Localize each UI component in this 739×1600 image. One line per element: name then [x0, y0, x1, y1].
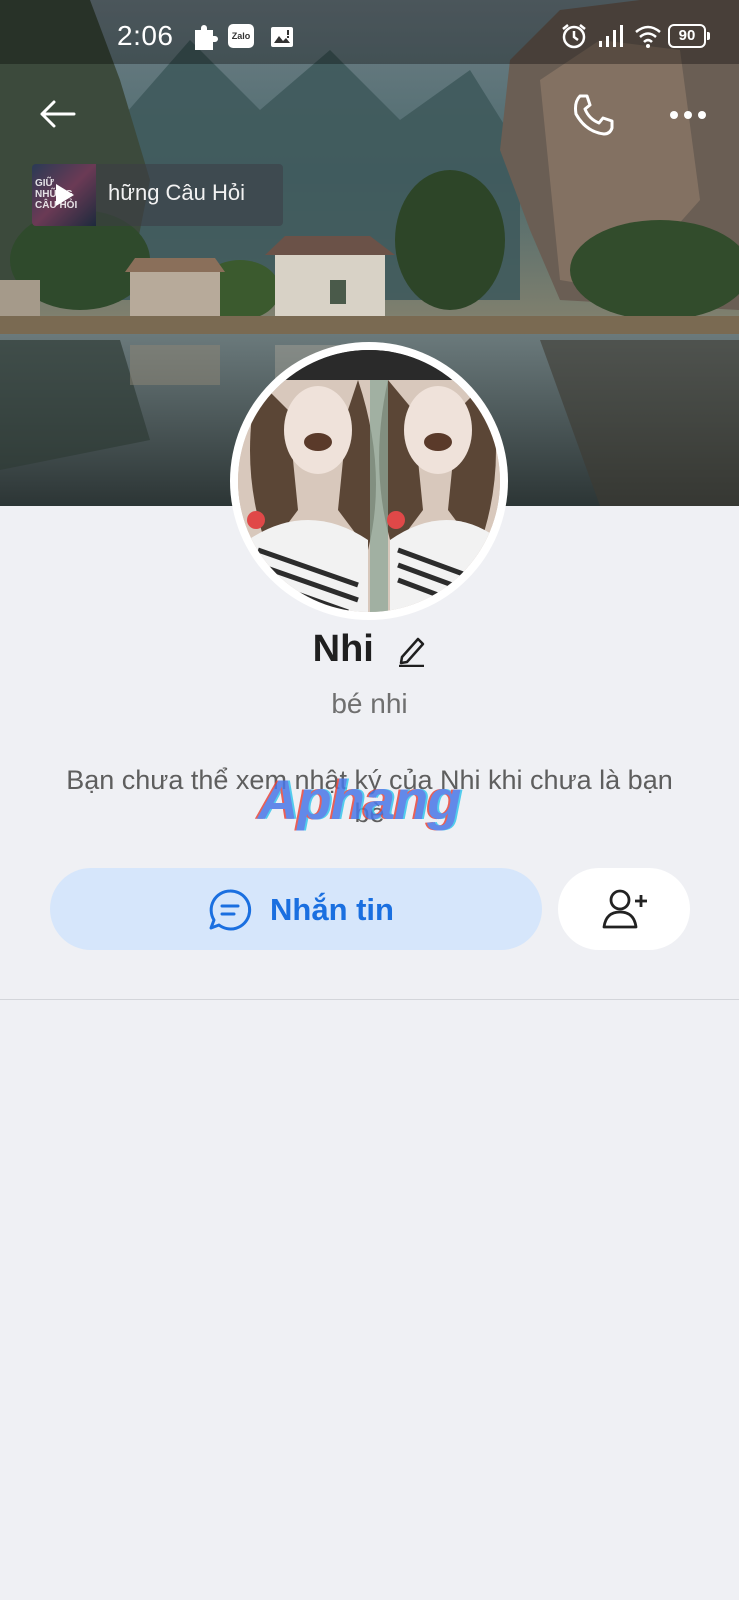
signal-icon — [599, 25, 623, 47]
alarm-icon — [562, 24, 586, 49]
pencil-icon[interactable] — [396, 633, 426, 667]
profile-name: Nhi — [312, 628, 374, 670]
avatar-photo — [238, 350, 500, 612]
back-button[interactable] — [36, 92, 80, 136]
phone-icon — [574, 94, 614, 136]
play-icon[interactable] — [56, 184, 74, 206]
status-time: 2:06 — [117, 20, 174, 51]
chat-bubble-icon — [209, 889, 252, 931]
battery-indicator: 90 — [668, 24, 710, 48]
profile-name-row: Nhi — [0, 628, 739, 682]
call-button[interactable] — [570, 92, 616, 138]
section-divider — [0, 999, 739, 1000]
puzzle-icon — [195, 25, 218, 50]
message-button[interactable]: Nhắn tin — [50, 868, 542, 950]
music-cover-thumbnail: GIỮ NHỮNG CÂU HỎI — [32, 164, 96, 226]
wifi-icon — [635, 25, 661, 48]
music-title: hững Câu Hỏi — [108, 180, 246, 205]
zalo-app-icon: Zalo — [228, 24, 254, 48]
watermark-logo: Aphang — [258, 768, 461, 831]
avatar[interactable] — [230, 342, 508, 620]
message-button-label: Nhắn tin — [270, 892, 394, 927]
gallery-icon — [271, 27, 293, 47]
profile-music-chip[interactable]: GIỮ NHỮNG CÂU HỎI hững Câu Hỏi — [32, 164, 283, 226]
add-friend-button[interactable] — [558, 868, 690, 950]
more-options-button[interactable] — [668, 100, 708, 130]
add-user-icon — [602, 889, 647, 929]
status-bar: 2:06 Zalo 90 — [0, 0, 739, 64]
avatar-illustration — [238, 350, 500, 612]
more-horizontal-icon — [670, 111, 706, 119]
profile-nickname: bé nhi — [331, 688, 408, 719]
arrow-left-icon — [40, 100, 76, 128]
